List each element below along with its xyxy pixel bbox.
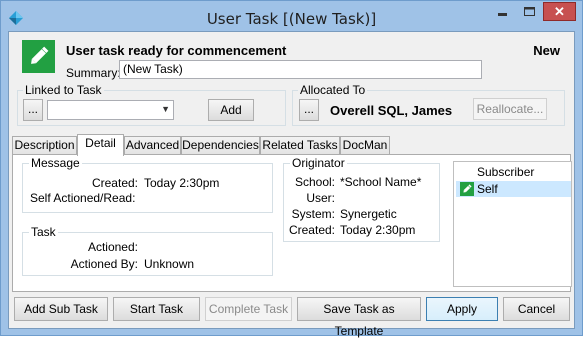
self-actioned-label: Self Actioned/Read: (30, 191, 136, 205)
add-linked-task-button[interactable]: Add (208, 99, 254, 121)
pencil-icon (460, 182, 474, 196)
tab-advanced[interactable]: Advanced (124, 136, 181, 155)
allocated-browse-button[interactable]: ... (299, 99, 319, 121)
originator-school-label: School: (294, 175, 335, 189)
linked-to-task-group: Linked to Task ... ▼ Add (17, 83, 286, 126)
subscriber-header: Subscriber (477, 165, 535, 179)
tab-related-tasks[interactable]: Related Tasks (260, 136, 340, 155)
summary-label: Summary: (66, 66, 121, 80)
reallocate-button[interactable]: Reallocate... (473, 98, 547, 120)
tab-dependencies[interactable]: Dependencies (181, 136, 260, 155)
allocated-to-group: Allocated To ... Overell SQL, James Real… (292, 83, 565, 126)
task-label: Task (29, 225, 58, 239)
message-created-value: Today 2:30pm (144, 176, 220, 190)
allocated-user-name: Overell SQL, James (330, 103, 453, 118)
maximize-icon (524, 7, 535, 16)
status-badge: New (533, 43, 560, 58)
task-pencil-badge (22, 40, 55, 73)
task-group: Task Actioned: Actioned By: Unknown (22, 225, 273, 276)
minimize-button[interactable] (489, 2, 516, 21)
actioned-label: Actioned: (87, 240, 138, 254)
actioned-by-value: Unknown (144, 257, 195, 271)
tab-docman[interactable]: DocMan (340, 136, 390, 155)
linked-to-task-label: Linked to Task (23, 83, 104, 97)
pencil-icon (31, 46, 49, 64)
originator-school-value: *School Name* (340, 175, 422, 189)
subscriber-list[interactable]: Subscriber Self (453, 161, 572, 287)
complete-task-button[interactable]: Complete Task (205, 297, 292, 321)
originator-label: Originator (290, 156, 347, 170)
linked-browse-button[interactable]: ... (23, 99, 43, 121)
tab-description[interactable]: Description (12, 136, 77, 155)
close-icon: ✕ (554, 4, 565, 19)
actioned-by-label: Actioned By: (70, 257, 138, 271)
maximize-button[interactable] (516, 2, 543, 21)
dialog-body: User task ready for commencement New Sum… (8, 31, 575, 338)
subscriber-item-label: Self (477, 182, 498, 196)
summary-input[interactable]: (New Task) (119, 60, 482, 79)
message-created-label: Created: (91, 176, 138, 190)
add-sub-task-button[interactable]: Add Sub Task (14, 297, 108, 321)
minimize-icon (498, 13, 507, 16)
originator-group: Originator School: *School Name* User: S… (283, 156, 440, 242)
message-label: Message (29, 156, 82, 170)
originator-created-label: Created: (288, 223, 335, 237)
task-heading: User task ready for commencement (66, 43, 287, 58)
chevron-down-icon: ▼ (161, 104, 170, 114)
originator-system-value: Synergetic (340, 207, 397, 221)
originator-created-value: Today 2:30pm (340, 223, 416, 237)
close-button[interactable]: ✕ (543, 2, 576, 21)
originator-user-label: User: (306, 191, 335, 205)
save-template-button[interactable]: Save Task as Template (297, 297, 421, 338)
message-group: Message Created: Today 2:30pm Self Actio… (22, 156, 273, 213)
originator-system-label: System: (291, 207, 335, 221)
pencil-glyph-icon (463, 184, 472, 193)
allocated-to-label: Allocated To (298, 83, 368, 97)
linked-task-select[interactable]: ▼ (47, 100, 174, 120)
detail-tab-panel: Message Created: Today 2:30pm Self Actio… (12, 154, 572, 292)
apply-button[interactable]: Apply (426, 297, 498, 321)
cancel-button[interactable]: Cancel (503, 297, 570, 321)
tab-detail[interactable]: Detail (77, 134, 124, 156)
start-task-button[interactable]: Start Task (113, 297, 200, 321)
subscriber-list-item[interactable]: Self (456, 181, 571, 197)
task-window: User Task [(New Task)] ✕ User task ready… (0, 0, 583, 338)
